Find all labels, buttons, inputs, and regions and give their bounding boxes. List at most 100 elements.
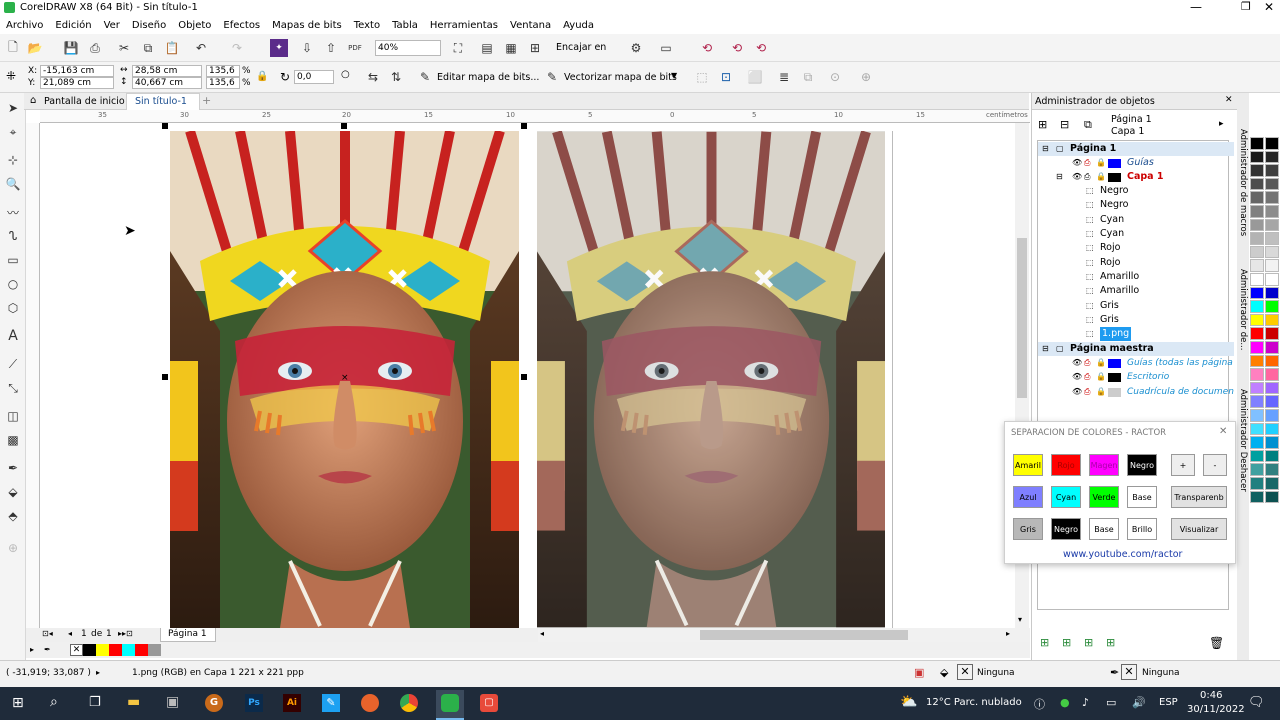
publish-pdf-icon[interactable]: PDF <box>346 39 364 57</box>
swatch-red-2[interactable] <box>135 644 148 656</box>
macro-icon-3[interactable]: ⟲ <box>752 39 770 57</box>
scroll-left-icon[interactable]: ◂ <box>540 629 544 638</box>
rotation-angle-field[interactable]: 0,0 <box>294 70 334 84</box>
palette-swatch[interactable] <box>1250 368 1264 381</box>
resample-icon[interactable]: ⊡ <box>717 68 735 86</box>
undo-icon[interactable]: ↶ <box>192 39 210 57</box>
palette-swatch[interactable] <box>1250 490 1264 504</box>
file-explorer-icon[interactable]: ▬ <box>127 694 140 710</box>
palette-swatch[interactable] <box>1265 218 1279 232</box>
selection-handle[interactable] <box>521 374 527 380</box>
connector-tool-icon[interactable]: ⤡ <box>4 379 22 397</box>
menu-diseno[interactable]: Diseño <box>126 17 172 34</box>
text-tool-icon[interactable]: A <box>4 327 22 345</box>
palette-swatch[interactable] <box>1265 327 1279 340</box>
tree-object-row[interactable]: ⬚ Negro <box>1038 198 1234 212</box>
crop-tool-icon[interactable]: ⊹ <box>4 151 22 169</box>
options-gear-icon[interactable]: ⚙ <box>627 39 645 57</box>
palette-swatch[interactable] <box>1250 177 1264 191</box>
layer-manager-icon[interactable]: ⊟ <box>1060 118 1069 131</box>
separated-photo[interactable] <box>537 131 885 628</box>
menu-mapas-de-bits[interactable]: Mapas de bits <box>266 17 348 34</box>
palette-swatch[interactable] <box>1265 300 1279 313</box>
new-master-layer-icon[interactable]: ⊞ <box>1062 636 1071 649</box>
search-icon[interactable]: ⌕ <box>50 694 58 710</box>
palette-swatch[interactable] <box>1250 409 1264 422</box>
tray-icon-1[interactable]: ⓘ <box>1034 696 1045 712</box>
selection-handle[interactable] <box>162 374 168 380</box>
interactive-fill-icon[interactable]: ⬙ <box>4 483 22 501</box>
copy-icon[interactable]: ⧉ <box>139 39 157 57</box>
tree-object-row[interactable]: ⬚ Cyan <box>1038 227 1234 241</box>
color-proof-icon[interactable]: ▣ <box>914 666 924 679</box>
trace-bitmap-icon[interactable]: ✎ <box>543 68 561 86</box>
palette-swatch[interactable] <box>1250 313 1264 327</box>
transform-origin-icon[interactable]: ⁜ <box>6 69 16 83</box>
corel-connect-icon[interactable]: ✦ <box>270 39 288 57</box>
separation-close-icon[interactable]: ✕ <box>1219 426 1227 437</box>
menu-herramientas[interactable]: Herramientas <box>424 17 504 34</box>
tree-object-row[interactable]: ⬚ Cyan <box>1038 213 1234 227</box>
smart-fill-icon[interactable]: ⬘ <box>4 507 22 525</box>
tree-object-row[interactable]: ⬚ Negro <box>1038 184 1234 198</box>
palette-swatch[interactable] <box>1250 341 1264 354</box>
menu-archivo[interactable]: Archivo <box>0 17 49 34</box>
application-launcher-icon[interactable]: ▭ <box>657 39 675 57</box>
layer-view-icon[interactable]: ⧉ <box>1084 118 1092 132</box>
palette-swatch[interactable] <box>1265 259 1279 272</box>
add-icon[interactable]: ⊕ <box>857 68 875 86</box>
palette-swatch[interactable] <box>1265 381 1279 395</box>
scroll-right-icon[interactable]: ▸ <box>1006 629 1010 638</box>
new-master-layer-even-icon[interactable]: ⊞ <box>1084 636 1093 649</box>
menu-edicion[interactable]: Edición <box>49 17 97 34</box>
horizontal-scroll-thumb[interactable] <box>700 630 908 640</box>
btn-verde[interactable]: Verde <box>1089 486 1119 508</box>
restore-icon[interactable]: ❐ <box>1241 0 1251 13</box>
selection-center-icon[interactable]: × <box>341 373 349 383</box>
open-icon[interactable]: 📂 <box>26 39 44 57</box>
swatch-red[interactable] <box>109 644 122 656</box>
network-icon[interactable]: ▭ <box>1106 696 1116 709</box>
print-icon[interactable]: ⎙ <box>86 39 104 57</box>
tree-object-row[interactable]: ⬚ Gris <box>1038 313 1234 327</box>
tree-master-item[interactable]: 👁 ⎙ 🔒 Cuadrícula de documen <box>1038 385 1234 399</box>
zoom-tool-icon[interactable]: 🔍 <box>4 175 22 193</box>
firefox-icon[interactable] <box>361 694 379 712</box>
app-icon-pen[interactable]: ✎ <box>322 694 340 712</box>
notification-icon[interactable]: 🗨 <box>1248 695 1265 710</box>
eyedropper-small-icon[interactable]: ✒ <box>44 645 51 654</box>
palette-swatch[interactable] <box>1265 313 1279 327</box>
eyedropper-icon[interactable]: ✒ <box>4 459 22 477</box>
palette-swatch[interactable] <box>1250 449 1264 463</box>
btn-plus[interactable]: + <box>1171 454 1195 476</box>
tree-object-row[interactable]: ⬚ Amarillo <box>1038 270 1234 284</box>
palette-swatch[interactable] <box>1265 191 1279 204</box>
btn-transparencia[interactable]: Transparenb <box>1171 486 1227 508</box>
menu-objeto[interactable]: Objeto <box>172 17 217 34</box>
btn-magenta[interactable]: Magen <box>1089 454 1119 476</box>
quick-customize-icon[interactable]: ⊕ <box>4 539 22 557</box>
bounding-box-icon[interactable]: ⬜ <box>746 68 764 86</box>
vertical-scroll-thumb[interactable] <box>1017 238 1027 398</box>
palette-swatch[interactable] <box>1265 477 1279 490</box>
youtube-link[interactable]: www.youtube.com/ractor <box>1063 549 1182 560</box>
macro-icon-1[interactable]: ⟲ <box>698 39 716 57</box>
selection-handle[interactable] <box>341 123 347 129</box>
selection-handle[interactable] <box>521 123 527 129</box>
btn-rojo[interactable]: Rojo <box>1051 454 1081 476</box>
tree-capa1-layer[interactable]: ⊟ 👁 ⎙ 🔒 Capa 1 <box>1038 170 1234 184</box>
palette-swatch[interactable] <box>1265 232 1279 245</box>
next-page-icon[interactable]: ▸▸⊡ <box>118 629 133 638</box>
palette-swatch[interactable] <box>1265 368 1279 381</box>
grid-icon[interactable]: ▦ <box>502 39 520 57</box>
palette-swatch[interactable] <box>1250 218 1264 232</box>
redo-icon[interactable]: ↷ <box>228 39 246 57</box>
mirror-vertical-icon[interactable]: ⇅ <box>387 68 405 86</box>
palette-swatch[interactable] <box>1265 164 1279 177</box>
docker-close-icon[interactable]: ✕ <box>1225 95 1233 105</box>
palette-swatch[interactable] <box>1265 286 1279 300</box>
task-view-icon[interactable]: ❐ <box>89 695 101 710</box>
tab-home[interactable]: Pantalla de inicio <box>44 96 125 107</box>
width-field[interactable]: 28,58 cm <box>132 65 202 77</box>
drawing-canvas[interactable]: × ➤ <box>40 123 1015 628</box>
